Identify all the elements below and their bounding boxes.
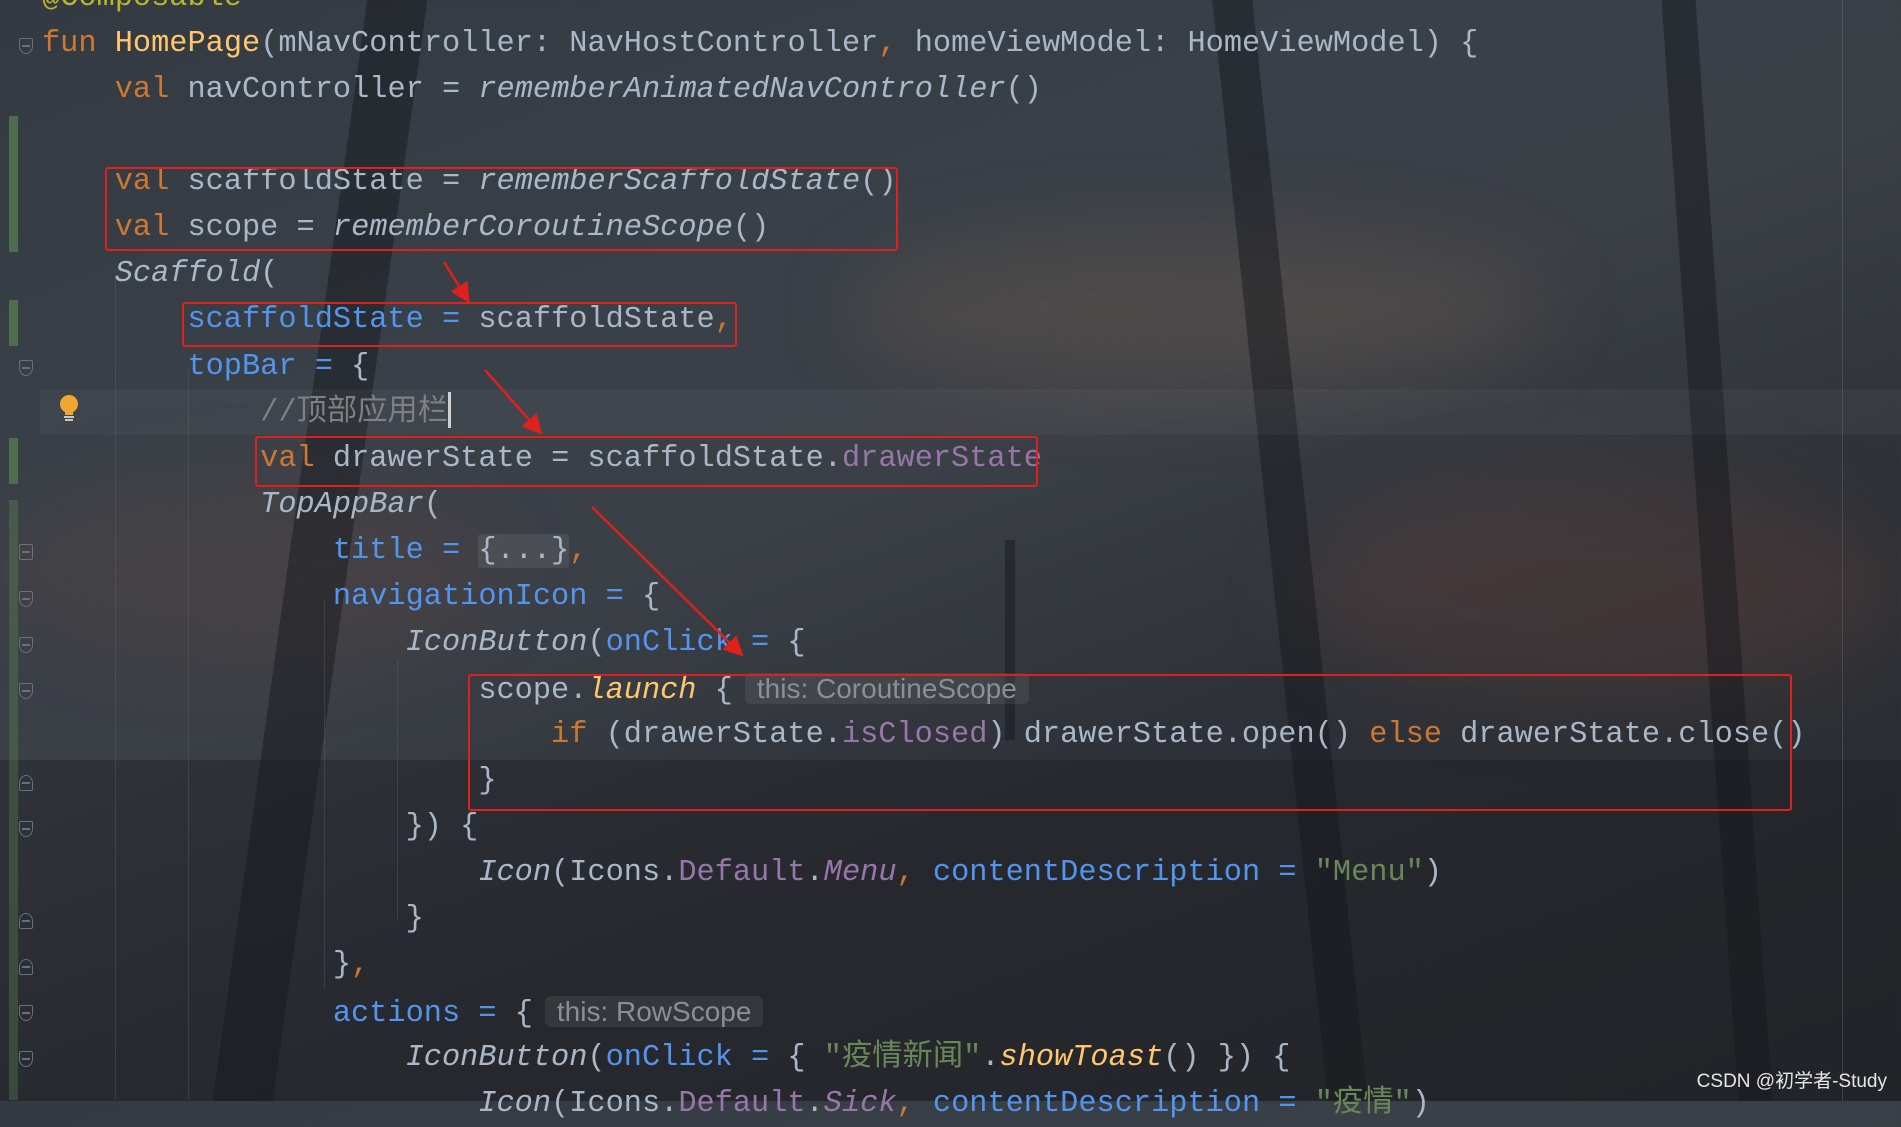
arrow (591, 506, 744, 657)
watermark: CSDN @初学者-Study (1696, 1071, 1887, 1092)
arrow (484, 369, 543, 435)
arrow (442, 261, 470, 304)
annotation-arrows (442, 261, 744, 657)
